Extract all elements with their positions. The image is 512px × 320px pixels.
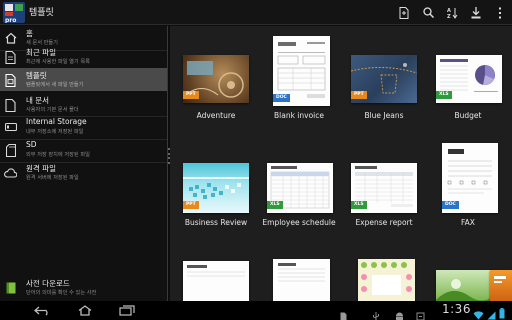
file-type-badge: XLS <box>436 91 452 99</box>
system-navigation-bar: 1:36 <box>0 301 512 320</box>
template-name: FAX <box>461 218 475 227</box>
sidebar-item-title: 최근 파일 <box>26 48 56 57</box>
sidebar-item-subtitle: 원격 서버에 저장된 파일 <box>26 175 79 181</box>
template-thumbnail: XLS <box>436 55 502 103</box>
sidebar: 홈 새 문서 만들기 최근 파일 최근에 사용한 파일 열기 목록 템플릿 템플… <box>0 26 168 301</box>
sidebar-item-title: SD <box>26 140 37 149</box>
sidebar-item-sd[interactable]: SD 외부 저장 장치에 저장된 파일 <box>0 138 167 162</box>
template-thumbnail <box>183 261 249 301</box>
home-nav-icon[interactable] <box>75 304 95 317</box>
svg-text:pro: pro <box>5 17 16 23</box>
template-thumbnail <box>490 270 512 301</box>
file-type-badge: PPT <box>351 91 367 99</box>
template-icon <box>4 72 17 88</box>
overflow-menu-icon[interactable] <box>488 0 512 25</box>
signal-icon <box>487 305 496 320</box>
cloud-icon <box>4 165 17 181</box>
wifi-icon <box>473 305 484 320</box>
app-logo-icon[interactable]: pro <box>3 2 25 24</box>
new-document-icon[interactable] <box>392 0 416 25</box>
my-documents-icon <box>4 97 17 113</box>
template-thumbnail: DOC <box>442 143 498 213</box>
template-name: Blank invoice <box>274 111 324 120</box>
sidebar-item-title: 원격 파일 <box>26 164 56 173</box>
sidebar-item-subtitle: 외부 저장 장치에 저장된 파일 <box>26 152 90 158</box>
back-icon[interactable] <box>32 304 52 317</box>
file-type-badge: XLS <box>267 201 283 209</box>
sidebar-item-remote-files[interactable]: 원격 파일 원격 서버에 저장된 파일 <box>0 161 167 185</box>
template-thumbnail <box>273 259 330 301</box>
sidebar-item-title: 내 문서 <box>26 96 50 105</box>
sidebar-item-my-documents[interactable]: 내 문서 사용자의 기본 문서 폴더 <box>0 93 167 117</box>
file-type-badge: XLS <box>351 201 367 209</box>
sidebar-item-title: 템플릿 <box>26 71 47 80</box>
recent-files-icon <box>4 49 17 65</box>
action-bar: pro 템플릿 A Z <box>0 0 512 25</box>
template-name: Business Review <box>184 218 248 227</box>
file-type-badge: DOC <box>273 94 290 102</box>
sidebar-item-title: 사전 다운로드 <box>26 279 70 288</box>
template-name: Employee schedule <box>262 218 336 227</box>
template-thumbnail <box>358 259 415 301</box>
sidebar-item-dictionary-download[interactable]: 사전 다운로드 단어의 의미를 확인 수 있는 사전 <box>0 276 167 300</box>
sidebar-item-subtitle: 내부 저장소에 저장된 파일 <box>26 129 84 135</box>
recents-icon[interactable] <box>117 304 137 317</box>
template-thumbnail: XLS <box>267 163 333 213</box>
template-thumbnail: PPT <box>183 163 249 213</box>
battery-icon <box>499 304 505 320</box>
sd-card-icon <box>4 142 17 158</box>
sidebar-item-subtitle: 단어의 의미를 확인 수 있는 사전 <box>26 290 97 296</box>
dictionary-download-icon <box>4 280 17 296</box>
usb-debug-icon <box>416 306 425 320</box>
android-icon <box>395 306 404 320</box>
clock: 1:36 <box>442 302 471 316</box>
file-icon <box>340 306 347 320</box>
usb-icon <box>372 306 380 320</box>
sidebar-item-templates[interactable]: 템플릿 템플릿에서 새 파일 만들기 <box>0 68 167 91</box>
template-name: Budget <box>454 111 482 120</box>
sidebar-item-title: 홈 <box>26 29 33 38</box>
template-grid: PPT Adventure DOC Blank invoice PPT Blue… <box>170 26 512 301</box>
sidebar-item-subtitle: 템플릿에서 새 파일 만들기 <box>26 82 84 88</box>
download-icon[interactable] <box>464 0 488 25</box>
file-type-badge: PPT <box>183 91 199 99</box>
sidebar-item-recent-files[interactable]: 최근 파일 최근에 사용한 파일 열기 목록 <box>0 45 167 69</box>
page-title: 템플릿 <box>29 8 54 18</box>
svg-text:Z: Z <box>447 14 451 19</box>
file-type-badge: DOC <box>442 201 459 209</box>
sidebar-item-internal-storage[interactable]: Internal Storage 내부 저장소에 저장된 파일 <box>0 115 167 139</box>
sidebar-item-subtitle: 사용자의 기본 문서 폴더 <box>26 107 79 113</box>
home-icon <box>4 30 17 46</box>
template-name: Expense report <box>355 218 413 227</box>
template-thumbnail: XLS <box>351 163 417 213</box>
sidebar-item-subtitle: 최근에 사용한 파일 열기 목록 <box>26 59 90 65</box>
template-name: Adventure <box>196 111 236 120</box>
template-thumbnail: PPT <box>183 55 249 103</box>
search-icon[interactable] <box>416 0 440 25</box>
sort-az-icon[interactable]: A Z <box>440 0 464 25</box>
template-thumbnail: PPT <box>351 55 417 103</box>
internal-storage-icon <box>4 119 17 135</box>
sidebar-item-title: Internal Storage <box>26 117 87 126</box>
template-name: Blue Jeans <box>364 111 404 120</box>
template-thumbnail: DOC <box>273 36 330 106</box>
file-type-badge: PPT <box>183 201 199 209</box>
